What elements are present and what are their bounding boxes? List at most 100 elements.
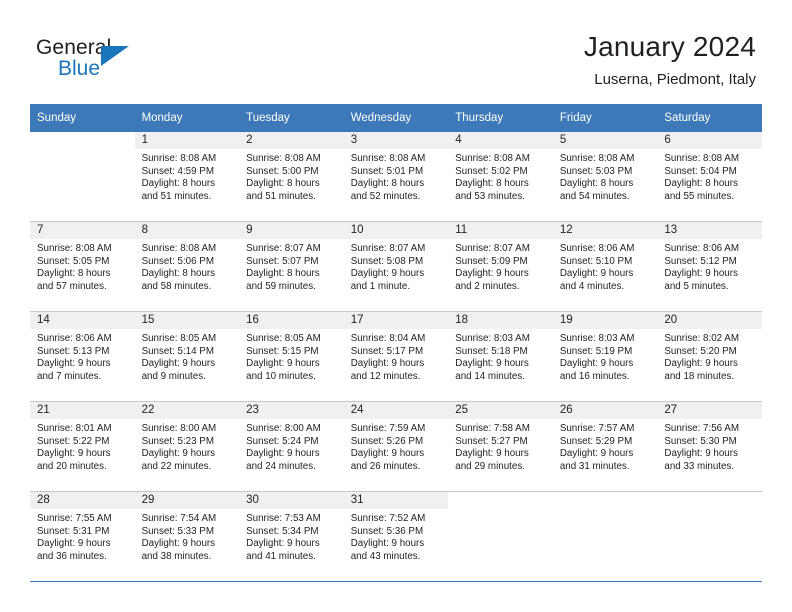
day-cell-inner: 11 Sunrise: 8:07 AM Sunset: 5:09 PM Dayligh…	[448, 222, 553, 311]
daylight-text-line2: and 43 minutes.	[350, 550, 421, 562]
calendar-day-cell[interactable]: 19 Sunrise: 8:03 AM Sunset: 5:19 PM Dayligh…	[552, 311, 658, 402]
calendar-day-cell[interactable]: 5 Sunrise: 8:08 AM Sunset: 5:03 PM Daylight…	[552, 132, 658, 222]
daylight-text-line1: Daylight: 9 hours	[559, 358, 634, 370]
day-details: Sunrise: 8:07 AM Sunset: 5:09 PM Daylight:…	[448, 239, 553, 293]
sunrise-text: Sunrise: 8:08 AM	[455, 153, 530, 164]
day-cell-inner: 2 Sunrise: 8:08 AM Sunset: 5:00 PM Daylight…	[239, 132, 344, 221]
calendar-day-cell[interactable]: 28 Sunrise: 7:55 AM Sunset: 5:31 PM Dayligh…	[30, 491, 135, 582]
daylight-text-line2: and 33 minutes.	[664, 460, 735, 472]
sunrise-text: Sunrise: 8:08 AM	[664, 153, 739, 164]
calendar-day-cell[interactable]: 20 Sunrise: 8:02 AM Sunset: 5:20 PM Dayligh…	[657, 311, 762, 402]
daylight-text-line1: Daylight: 8 hours	[37, 268, 111, 280]
calendar-day-cell[interactable]: 7 Sunrise: 8:08 AM Sunset: 5:05 PM Daylight…	[30, 221, 135, 312]
brand-name-blue: Blue	[58, 57, 101, 80]
day-details: Sunrise: 7:57 AM Sunset: 5:29 PM Daylight:…	[553, 419, 658, 473]
day-cell-inner: 26 Sunrise: 7:57 AM Sunset: 5:29 PM Dayligh…	[552, 402, 658, 491]
calendar-day-cell[interactable]: 10 Sunrise: 8:07 AM Sunset: 5:08 PM Dayligh…	[343, 221, 449, 312]
calendar-day-cell[interactable]: 3 Sunrise: 8:08 AM Sunset: 5:01 PM Daylight…	[343, 132, 449, 222]
title-block: January 2024 Luserna, Piedmont, Italy	[584, 30, 756, 90]
calendar-day-cell[interactable]: 23 Sunrise: 8:00 AM Sunset: 5:24 PM Dayligh…	[239, 401, 344, 492]
calendar-day-cell[interactable]: 24 Sunrise: 7:59 AM Sunset: 5:26 PM Dayligh…	[343, 401, 449, 492]
calendar-day-cell[interactable]: 9 Sunrise: 8:07 AM Sunset: 5:07 PM Daylight…	[239, 221, 344, 312]
day-cell-inner: 16 Sunrise: 8:05 AM Sunset: 5:15 PM Dayligh…	[239, 312, 344, 401]
calendar-day-cell[interactable]: 1 Sunrise: 8:08 AM Sunset: 4:59 PM Daylight…	[134, 132, 240, 222]
brand-logo[interactable]: General Blue	[36, 36, 276, 84]
calendar-day-cell[interactable]: 4 Sunrise: 8:08 AM Sunset: 5:02 PM Daylight…	[448, 132, 553, 222]
sunset-text: Sunset: 5:17 PM	[350, 345, 424, 357]
day-details: Sunrise: 8:08 AM Sunset: 5:01 PM Daylight:…	[344, 149, 449, 203]
daylight-text-line1: Daylight: 8 hours	[141, 178, 216, 190]
sunset-text: Sunset: 5:01 PM	[350, 165, 424, 177]
daylight-text-line1: Daylight: 8 hours	[246, 268, 320, 280]
sunrise-text: Sunrise: 7:56 AM	[664, 423, 739, 434]
calendar-day-cell	[657, 491, 762, 582]
daylight-text-line1: Daylight: 9 hours	[664, 358, 738, 370]
calendar-day-cell[interactable]: 17 Sunrise: 8:04 AM Sunset: 5:17 PM Dayligh…	[343, 311, 449, 402]
sunset-text: Sunset: 5:20 PM	[664, 345, 737, 357]
calendar-day-cell[interactable]: 29 Sunrise: 7:54 AM Sunset: 5:33 PM Dayligh…	[134, 491, 240, 582]
sunrise-text: Sunrise: 8:04 AM	[350, 333, 426, 344]
calendar-day-cell[interactable]: 8 Sunrise: 8:08 AM Sunset: 5:06 PM Daylight…	[134, 221, 240, 312]
daylight-text-line1: Daylight: 9 hours	[141, 448, 216, 460]
day-number: 20	[657, 312, 762, 329]
sunrise-text: Sunrise: 8:01 AM	[37, 423, 112, 434]
calendar-day-cell[interactable]: 21 Sunrise: 8:01 AM Sunset: 5:22 PM Dayligh…	[30, 401, 135, 492]
daylight-text-line2: and 51 minutes.	[141, 190, 212, 202]
day-details: Sunrise: 8:08 AM Sunset: 5:06 PM Daylight:…	[135, 239, 240, 293]
day-details: Sunrise: 8:03 AM Sunset: 5:19 PM Daylight:…	[553, 329, 658, 383]
day-number: 3	[343, 132, 449, 149]
day-number: 1	[134, 132, 240, 149]
calendar-day-cell[interactable]: 31 Sunrise: 7:52 AM Sunset: 5:36 PM Dayligh…	[343, 491, 449, 582]
calendar-day-cell[interactable]: 25 Sunrise: 7:58 AM Sunset: 5:27 PM Dayligh…	[448, 401, 553, 492]
calendar-week-row: 14 Sunrise: 8:06 AM Sunset: 5:13 PM Dayligh…	[30, 311, 762, 402]
calendar-day-cell[interactable]: 12 Sunrise: 8:06 AM Sunset: 5:10 PM Dayligh…	[552, 221, 658, 312]
calendar-day-cell[interactable]: 14 Sunrise: 8:06 AM Sunset: 5:13 PM Dayligh…	[30, 311, 135, 402]
calendar-day-cell[interactable]: 15 Sunrise: 8:05 AM Sunset: 5:14 PM Dayligh…	[134, 311, 240, 402]
sunrise-text: Sunrise: 8:07 AM	[455, 243, 530, 254]
daylight-text-line1: Daylight: 9 hours	[246, 538, 320, 550]
day-details: Sunrise: 8:08 AM Sunset: 5:00 PM Daylight:…	[239, 149, 344, 203]
sunset-text: Sunset: 5:09 PM	[455, 255, 528, 267]
calendar-day-cell[interactable]: 22 Sunrise: 8:00 AM Sunset: 5:23 PM Dayligh…	[134, 401, 240, 492]
day-details: Sunrise: 8:06 AM Sunset: 5:12 PM Daylight:…	[657, 239, 762, 293]
day-number: 15	[134, 312, 240, 329]
day-number: 19	[552, 312, 658, 329]
sunset-text: Sunset: 5:19 PM	[559, 345, 633, 357]
sunset-text: Sunset: 5:10 PM	[559, 255, 633, 267]
daylight-text-line2: and 20 minutes.	[37, 460, 107, 472]
day-number: 7	[30, 222, 135, 239]
daylight-text-line1: Daylight: 9 hours	[664, 268, 738, 280]
daylight-text-line2: and 1 minute.	[350, 280, 411, 292]
calendar-day-cell[interactable]: 11 Sunrise: 8:07 AM Sunset: 5:09 PM Dayligh…	[448, 221, 553, 312]
day-number: 22	[134, 402, 240, 419]
day-number: 27	[657, 402, 762, 419]
day-details: Sunrise: 8:07 AM Sunset: 5:07 PM Daylight:…	[239, 239, 344, 293]
calendar-day-cell[interactable]: 6 Sunrise: 8:08 AM Sunset: 5:04 PM Daylight…	[657, 132, 762, 222]
daylight-text-line2: and 16 minutes.	[559, 370, 630, 382]
sunset-text: Sunset: 5:14 PM	[141, 345, 214, 357]
day-number	[448, 492, 553, 509]
calendar-day-cell[interactable]: 18 Sunrise: 8:03 AM Sunset: 5:18 PM Dayligh…	[448, 311, 553, 402]
sunset-text: Sunset: 5:30 PM	[664, 435, 737, 447]
weekday-header-sunday: Sunday	[30, 104, 135, 132]
day-cell-inner	[657, 492, 762, 581]
calendar-day-cell[interactable]: 26 Sunrise: 7:57 AM Sunset: 5:29 PM Dayligh…	[552, 401, 658, 492]
calendar-day-cell[interactable]: 30 Sunrise: 7:53 AM Sunset: 5:34 PM Dayligh…	[239, 491, 344, 582]
daylight-text-line1: Daylight: 9 hours	[37, 538, 111, 550]
calendar-day-cell[interactable]: 27 Sunrise: 7:56 AM Sunset: 5:30 PM Dayligh…	[657, 401, 762, 492]
day-details: Sunrise: 7:52 AM Sunset: 5:36 PM Daylight:…	[344, 509, 449, 563]
weekday-header-wednesday: Wednesday	[343, 104, 449, 132]
calendar-day-cell[interactable]: 2 Sunrise: 8:08 AM Sunset: 5:00 PM Daylight…	[239, 132, 344, 222]
daylight-text-line1: Daylight: 9 hours	[455, 358, 529, 370]
day-cell-inner: 4 Sunrise: 8:08 AM Sunset: 5:02 PM Daylight…	[448, 132, 553, 221]
calendar-day-cell[interactable]: 13 Sunrise: 8:06 AM Sunset: 5:12 PM Dayligh…	[657, 221, 762, 312]
day-number: 29	[134, 492, 240, 509]
sunrise-text: Sunrise: 8:00 AM	[141, 423, 217, 434]
calendar-week-row: 21 Sunrise: 8:01 AM Sunset: 5:22 PM Dayligh…	[30, 401, 762, 492]
sunset-text: Sunset: 5:12 PM	[664, 255, 737, 267]
day-number: 18	[448, 312, 553, 329]
sunrise-text: Sunrise: 8:08 AM	[350, 153, 426, 164]
day-cell-inner: 21 Sunrise: 8:01 AM Sunset: 5:22 PM Dayligh…	[30, 402, 135, 491]
calendar-day-cell[interactable]: 16 Sunrise: 8:05 AM Sunset: 5:15 PM Dayligh…	[239, 311, 344, 402]
sunrise-text: Sunrise: 7:59 AM	[350, 423, 426, 434]
